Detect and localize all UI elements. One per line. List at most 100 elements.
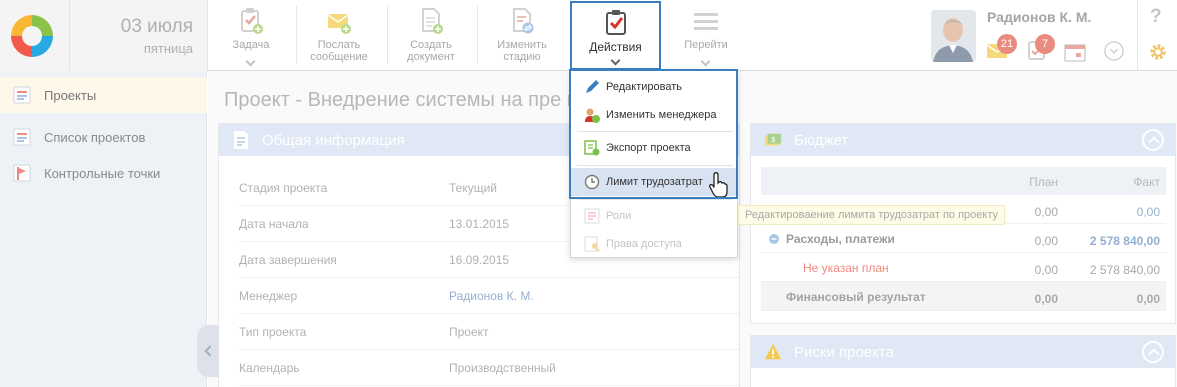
change-stage-icon (513, 8, 534, 34)
table-row[interactable]: Расходы, платежи 0,00 2 578 840,00 (761, 224, 1166, 253)
sidebar-item-milestones[interactable]: Контрольные точки (0, 155, 207, 191)
budget-title: Бюджет (794, 132, 849, 149)
labor-limit-tooltip: Редактироваение лимита трудозатрат по пр… (738, 205, 1005, 225)
chevron-down-icon (610, 55, 620, 66)
send-message-button[interactable]: Послать сообщение (300, 0, 378, 71)
sidebar-collapse-handle[interactable] (197, 325, 219, 377)
info-label: Дата завершения (239, 253, 337, 267)
info-value: Текущий (449, 181, 497, 195)
help-icon[interactable]: ? (1150, 6, 1162, 28)
menu-item-label: Права доступа (606, 238, 682, 250)
info-value: 13.01.2015 (449, 217, 510, 231)
sidebar-item-projects[interactable]: Проекты (0, 77, 207, 113)
current-weekday: пятница (143, 41, 193, 56)
money-icon: $ (764, 133, 782, 146)
budget-row-name: Финансовый результат (786, 290, 926, 304)
projects-icon (13, 86, 31, 104)
menu-item-export-project[interactable]: Экспорт проекта (571, 134, 737, 162)
create-document-icon (422, 8, 443, 34)
budget-plan-value: 0,00 (1034, 234, 1058, 248)
collapse-icon[interactable] (1142, 341, 1164, 363)
collapse-minus-icon[interactable] (769, 234, 779, 244)
actions-dropdown-menu: Редактировать Изменить менеджера Экспорт… (570, 70, 738, 258)
info-label: Стадия проекта (239, 181, 328, 195)
clock-icon (584, 174, 600, 190)
budget-plan-value: 0,00 (1034, 263, 1058, 277)
navigate-button-label: Перейти (684, 39, 728, 51)
toolbar-divider (477, 6, 478, 64)
send-message-label: Послать сообщение (310, 39, 368, 63)
sidebar-item-label: Список проектов (44, 130, 146, 145)
budget-plan-value: 0,00 (1034, 205, 1058, 219)
actions-button-label: Действия (589, 40, 642, 54)
collapse-icon[interactable] (1142, 129, 1164, 151)
export-project-icon (584, 140, 600, 156)
change-manager-icon (585, 108, 600, 123)
menu-item-edit[interactable]: Редактировать (571, 73, 737, 101)
warning-icon (764, 343, 782, 360)
budget-fact-value: 0,00 (1136, 292, 1160, 306)
task-button[interactable]: Задача (212, 0, 290, 71)
general-info-title: Общая информация (262, 132, 405, 149)
create-document-button[interactable]: Создать документ (392, 0, 470, 71)
menu-item-change-manager[interactable]: Изменить менеджера (571, 101, 737, 129)
calendar-icon[interactable] (1064, 42, 1086, 62)
gear-icon[interactable] (1147, 42, 1169, 62)
budget-header: $ Бюджет (751, 124, 1175, 156)
info-row-calendar: Календарь Производственный (239, 350, 739, 386)
avatar[interactable] (931, 10, 976, 62)
info-value: Проект (449, 325, 489, 339)
app-logo-icon[interactable] (11, 15, 53, 57)
risks-header: Риски проекта (751, 336, 1175, 368)
user-menu-chevron-icon[interactable] (1103, 41, 1125, 61)
toolbar-divider (296, 6, 297, 64)
tasks-count-badge[interactable]: 7 (1035, 34, 1055, 54)
chevron-down-icon (700, 56, 711, 67)
column-header-fact: Факт (1133, 175, 1160, 189)
milestones-flag-icon (13, 164, 31, 182)
budget-fact-value: 0,00 (1136, 205, 1160, 219)
access-rights-icon (584, 236, 600, 252)
edit-pencil-icon (586, 80, 599, 93)
toolbar-divider (387, 6, 388, 64)
current-date: 03 июля (120, 16, 193, 37)
hand-cursor-icon (709, 172, 728, 197)
menu-divider (577, 199, 733, 200)
info-label: Календарь (239, 361, 300, 375)
top-toolbar: 03 июля пятница Задача Послать сообщение (0, 0, 1177, 71)
info-value: 16.09.2015 (449, 253, 510, 267)
menu-item-label: Изменить менеджера (606, 109, 717, 121)
menu-divider (577, 131, 733, 132)
app-logo-area[interactable] (0, 0, 70, 71)
info-row-manager: Менеджер Радионов К. М. (239, 278, 739, 314)
roles-icon (584, 208, 600, 224)
risks-panel: Риски проекта (750, 335, 1176, 387)
sidebar-item-project-list[interactable]: Список проектов (0, 119, 207, 155)
change-stage-button[interactable]: Изменить стадию (484, 0, 560, 71)
user-name[interactable]: Радионов К. М. (987, 9, 1091, 25)
info-value: Производственный (449, 361, 556, 375)
messages-count-badge[interactable]: 21 (997, 34, 1017, 54)
menu-item-label: Редактировать (606, 81, 682, 93)
navigate-menu-icon (694, 13, 718, 30)
create-document-label: Создать документ (407, 39, 455, 63)
table-row: Финансовый результат 0,00 0,00 (761, 282, 1166, 311)
budget-plan-value: 0,00 (1034, 292, 1058, 306)
task-button-label: Задача (232, 39, 270, 51)
date-panel: 03 июля пятница (70, 0, 208, 71)
project-list-icon (13, 128, 31, 146)
send-message-icon (327, 14, 351, 34)
chevron-down-icon (245, 56, 256, 67)
navigate-button[interactable]: Перейти (668, 0, 744, 71)
budget-table-header: План Факт (761, 167, 1166, 195)
menu-item-access-rights: Права доступа (571, 230, 737, 258)
actions-button[interactable]: Действия (570, 1, 661, 70)
info-label: Дата начала (239, 217, 309, 231)
manager-link[interactable]: Радионов К. М. (449, 289, 534, 303)
sidebar-item-label: Контрольные точки (44, 166, 161, 181)
menu-item-label: Роли (606, 210, 632, 222)
table-row: Не указан план 0,00 2 578 840,00 (761, 253, 1166, 282)
menu-item-roles: Роли (571, 202, 737, 230)
svg-text:$: $ (771, 135, 775, 144)
budget-row-name: Не указан план (803, 261, 889, 275)
